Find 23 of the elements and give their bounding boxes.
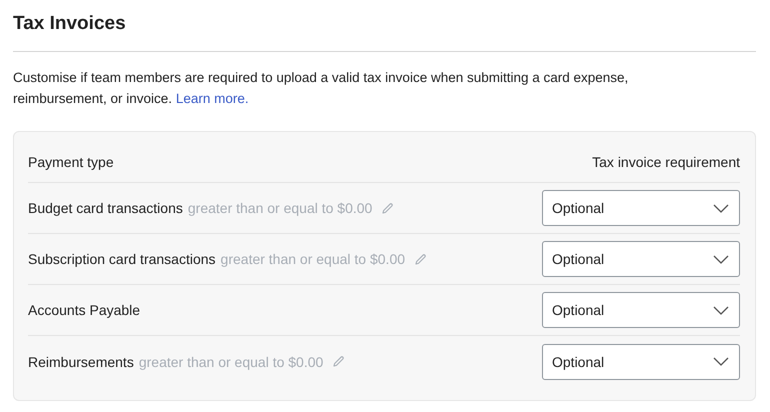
column-header: Payment type (28, 154, 114, 170)
requirement-dropdown[interactable]: Optional (542, 292, 740, 328)
pencil-icon[interactable] (414, 252, 428, 266)
learn-more-link[interactable]: Learn more. (176, 91, 249, 106)
page-title: Tax Invoices (13, 12, 127, 36)
chevron-down-icon (713, 204, 729, 212)
chevron-down-icon (713, 254, 729, 264)
requirement-dropdown[interactable]: Optional (542, 190, 740, 226)
threshold-condition: greater than or equal to $0.00 (220, 251, 406, 267)
description-text: Customise if team members are required to upload a valid tax invoice when submitting a card expense, reimbursement, or invoice. Learn more. (13, 69, 630, 108)
threshold-condition: greater than or equal to $0.00 (138, 354, 324, 370)
pencil-icon[interactable] (381, 202, 394, 214)
payment-type-name: Reimbursements (28, 354, 134, 370)
chevron-down-icon (713, 306, 729, 314)
chevron-down-icon (713, 357, 729, 366)
payment-type-name: Accounts Payable (28, 302, 140, 318)
threshold-condition: greater than or equal to $0.00 (188, 200, 372, 216)
column-header: Tax invoice requirement (592, 154, 740, 170)
requirement-dropdown[interactable]: Optional (542, 241, 740, 277)
requirement-dropdown[interactable]: Optional (542, 344, 740, 380)
payment-type-name: Budget card transactions (28, 200, 183, 216)
payment-type-name: Subscription card transactions (28, 251, 216, 267)
pencil-icon[interactable] (332, 355, 346, 368)
